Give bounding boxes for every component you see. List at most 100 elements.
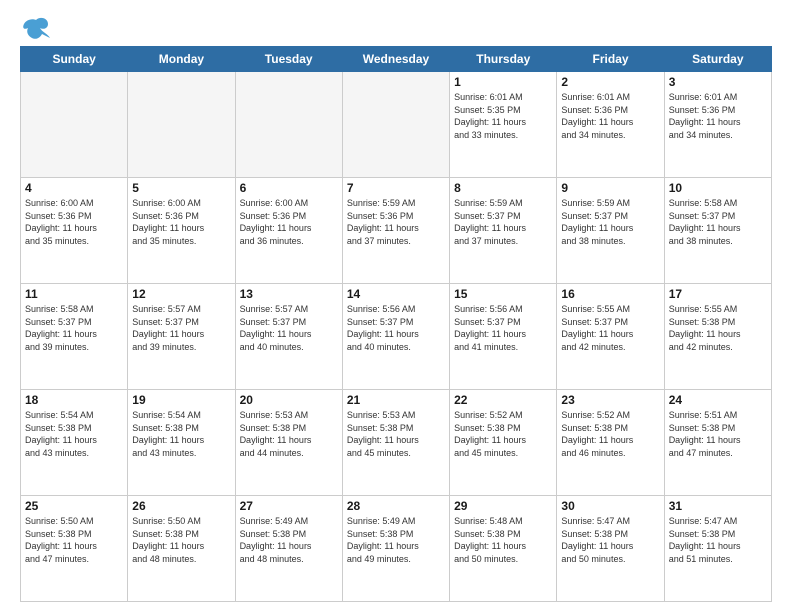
table-row: 2Sunrise: 6:01 AM Sunset: 5:36 PM Daylig… bbox=[557, 72, 664, 178]
day-number: 17 bbox=[669, 287, 767, 301]
day-number: 24 bbox=[669, 393, 767, 407]
weekday-header-saturday: Saturday bbox=[664, 47, 771, 72]
day-info: Sunrise: 6:00 AM Sunset: 5:36 PM Dayligh… bbox=[25, 197, 123, 247]
day-info: Sunrise: 5:49 AM Sunset: 5:38 PM Dayligh… bbox=[347, 515, 445, 565]
weekday-header-sunday: Sunday bbox=[21, 47, 128, 72]
day-info: Sunrise: 5:47 AM Sunset: 5:38 PM Dayligh… bbox=[561, 515, 659, 565]
week-row-3: 11 Sunrise: 5:58 AM Sunset: 5:37 PM Dayli… bbox=[21, 284, 772, 390]
week-row-4: 18 Sunrise: 5:54 AM Sunset: 5:38 PM Dayli… bbox=[21, 390, 772, 496]
header bbox=[20, 16, 772, 36]
day-number: 20 bbox=[240, 393, 338, 407]
calendar-table: SundayMondayTuesdayWednesdayThursdayFrid… bbox=[20, 46, 772, 602]
table-row: 22 Sunrise: 5:52 AM Sunset: 5:38 PM Dayli… bbox=[450, 390, 557, 496]
table-row: 18 Sunrise: 5:54 AM Sunset: 5:38 PM Dayli… bbox=[21, 390, 128, 496]
table-row: 1 Sunrise: 6:01 AM Sunset: 5:35 PM Daylig… bbox=[450, 72, 557, 178]
day-info: Sunrise: 5:54 AM Sunset: 5:38 PM Dayligh… bbox=[132, 409, 230, 459]
table-row: 30 Sunrise: 5:47 AM Sunset: 5:38 PM Dayli… bbox=[557, 496, 664, 602]
day-number: 28 bbox=[347, 499, 445, 513]
table-row: 12 Sunrise: 5:57 AM Sunset: 5:37 PM Dayli… bbox=[128, 284, 235, 390]
day-info: Sunrise: 5:50 AM Sunset: 5:38 PM Dayligh… bbox=[132, 515, 230, 565]
day-info: Sunrise: 5:53 AM Sunset: 5:38 PM Dayligh… bbox=[347, 409, 445, 459]
day-info: Sunrise: 5:50 AM Sunset: 5:38 PM Dayligh… bbox=[25, 515, 123, 565]
table-row: 31 Sunrise: 5:47 AM Sunset: 5:38 PM Dayli… bbox=[664, 496, 771, 602]
table-row: 28 Sunrise: 5:49 AM Sunset: 5:38 PM Dayli… bbox=[342, 496, 449, 602]
table-row: 19 Sunrise: 5:54 AM Sunset: 5:38 PM Dayli… bbox=[128, 390, 235, 496]
logo bbox=[20, 16, 50, 36]
day-number: 30 bbox=[561, 499, 659, 513]
day-info: Sunrise: 5:52 AM Sunset: 5:38 PM Dayligh… bbox=[454, 409, 552, 459]
table-row: 16 Sunrise: 5:55 AM Sunset: 5:37 PM Dayli… bbox=[557, 284, 664, 390]
day-number: 5 bbox=[132, 181, 230, 195]
day-number: 19 bbox=[132, 393, 230, 407]
table-row: 13 Sunrise: 5:57 AM Sunset: 5:37 PM Dayli… bbox=[235, 284, 342, 390]
day-info: Sunrise: 5:48 AM Sunset: 5:38 PM Dayligh… bbox=[454, 515, 552, 565]
day-info: Sunrise: 5:57 AM Sunset: 5:37 PM Dayligh… bbox=[132, 303, 230, 353]
table-row: 26 Sunrise: 5:50 AM Sunset: 5:38 PM Dayli… bbox=[128, 496, 235, 602]
day-number: 18 bbox=[25, 393, 123, 407]
weekday-header-wednesday: Wednesday bbox=[342, 47, 449, 72]
table-row: 21 Sunrise: 5:53 AM Sunset: 5:38 PM Dayli… bbox=[342, 390, 449, 496]
day-number: 3 bbox=[669, 75, 767, 89]
day-info: Sunrise: 5:54 AM Sunset: 5:38 PM Dayligh… bbox=[25, 409, 123, 459]
table-row: 8 Sunrise: 5:59 AM Sunset: 5:37 PM Daylig… bbox=[450, 178, 557, 284]
day-info: Sunrise: 5:57 AM Sunset: 5:37 PM Dayligh… bbox=[240, 303, 338, 353]
day-number: 26 bbox=[132, 499, 230, 513]
week-row-5: 25 Sunrise: 5:50 AM Sunset: 5:38 PM Dayli… bbox=[21, 496, 772, 602]
day-number: 27 bbox=[240, 499, 338, 513]
table-row: 29 Sunrise: 5:48 AM Sunset: 5:38 PM Dayli… bbox=[450, 496, 557, 602]
day-number: 31 bbox=[669, 499, 767, 513]
table-row: 24Sunrise: 5:51 AM Sunset: 5:38 PM Dayli… bbox=[664, 390, 771, 496]
table-row: 23 Sunrise: 5:52 AM Sunset: 5:38 PM Dayli… bbox=[557, 390, 664, 496]
weekday-header-thursday: Thursday bbox=[450, 47, 557, 72]
day-number: 15 bbox=[454, 287, 552, 301]
day-number: 4 bbox=[25, 181, 123, 195]
day-number: 29 bbox=[454, 499, 552, 513]
table-row bbox=[342, 72, 449, 178]
day-info: Sunrise: 6:01 AM Sunset: 5:36 PM Dayligh… bbox=[561, 91, 659, 141]
day-number: 8 bbox=[454, 181, 552, 195]
day-info: Sunrise: 6:01 AM Sunset: 5:35 PM Dayligh… bbox=[454, 91, 552, 141]
weekday-header-tuesday: Tuesday bbox=[235, 47, 342, 72]
day-number: 6 bbox=[240, 181, 338, 195]
day-number: 12 bbox=[132, 287, 230, 301]
day-info: Sunrise: 5:53 AM Sunset: 5:38 PM Dayligh… bbox=[240, 409, 338, 459]
day-info: Sunrise: 5:59 AM Sunset: 5:37 PM Dayligh… bbox=[561, 197, 659, 247]
table-row: 17Sunrise: 5:55 AM Sunset: 5:38 PM Dayli… bbox=[664, 284, 771, 390]
table-row: 11 Sunrise: 5:58 AM Sunset: 5:37 PM Dayli… bbox=[21, 284, 128, 390]
week-row-2: 4 Sunrise: 6:00 AM Sunset: 5:36 PM Daylig… bbox=[21, 178, 772, 284]
day-info: Sunrise: 6:00 AM Sunset: 5:36 PM Dayligh… bbox=[132, 197, 230, 247]
day-number: 23 bbox=[561, 393, 659, 407]
day-info: Sunrise: 5:59 AM Sunset: 5:36 PM Dayligh… bbox=[347, 197, 445, 247]
table-row: 20 Sunrise: 5:53 AM Sunset: 5:38 PM Dayli… bbox=[235, 390, 342, 496]
day-number: 10 bbox=[669, 181, 767, 195]
day-number: 13 bbox=[240, 287, 338, 301]
table-row: 10 Sunrise: 5:58 AM Sunset: 5:37 PM Dayli… bbox=[664, 178, 771, 284]
day-number: 9 bbox=[561, 181, 659, 195]
day-number: 21 bbox=[347, 393, 445, 407]
table-row: 7Sunrise: 5:59 AM Sunset: 5:36 PM Daylig… bbox=[342, 178, 449, 284]
day-number: 16 bbox=[561, 287, 659, 301]
day-info: Sunrise: 5:58 AM Sunset: 5:37 PM Dayligh… bbox=[669, 197, 767, 247]
day-info: Sunrise: 5:49 AM Sunset: 5:38 PM Dayligh… bbox=[240, 515, 338, 565]
weekday-header-friday: Friday bbox=[557, 47, 664, 72]
day-info: Sunrise: 5:52 AM Sunset: 5:38 PM Dayligh… bbox=[561, 409, 659, 459]
day-info: Sunrise: 6:00 AM Sunset: 5:36 PM Dayligh… bbox=[240, 197, 338, 247]
day-info: Sunrise: 5:56 AM Sunset: 5:37 PM Dayligh… bbox=[454, 303, 552, 353]
day-number: 1 bbox=[454, 75, 552, 89]
day-info: Sunrise: 5:58 AM Sunset: 5:37 PM Dayligh… bbox=[25, 303, 123, 353]
day-number: 25 bbox=[25, 499, 123, 513]
day-info: Sunrise: 5:59 AM Sunset: 5:37 PM Dayligh… bbox=[454, 197, 552, 247]
table-row bbox=[21, 72, 128, 178]
day-number: 22 bbox=[454, 393, 552, 407]
week-row-1: 1 Sunrise: 6:01 AM Sunset: 5:35 PM Daylig… bbox=[21, 72, 772, 178]
table-row: 14Sunrise: 5:56 AM Sunset: 5:37 PM Dayli… bbox=[342, 284, 449, 390]
table-row: 25 Sunrise: 5:50 AM Sunset: 5:38 PM Dayli… bbox=[21, 496, 128, 602]
day-info: Sunrise: 6:01 AM Sunset: 5:36 PM Dayligh… bbox=[669, 91, 767, 141]
day-info: Sunrise: 5:47 AM Sunset: 5:38 PM Dayligh… bbox=[669, 515, 767, 565]
day-info: Sunrise: 5:56 AM Sunset: 5:37 PM Dayligh… bbox=[347, 303, 445, 353]
day-info: Sunrise: 5:55 AM Sunset: 5:37 PM Dayligh… bbox=[561, 303, 659, 353]
day-number: 11 bbox=[25, 287, 123, 301]
logo-bird-icon bbox=[22, 16, 50, 40]
table-row: 6 Sunrise: 6:00 AM Sunset: 5:36 PM Daylig… bbox=[235, 178, 342, 284]
table-row: 5 Sunrise: 6:00 AM Sunset: 5:36 PM Daylig… bbox=[128, 178, 235, 284]
